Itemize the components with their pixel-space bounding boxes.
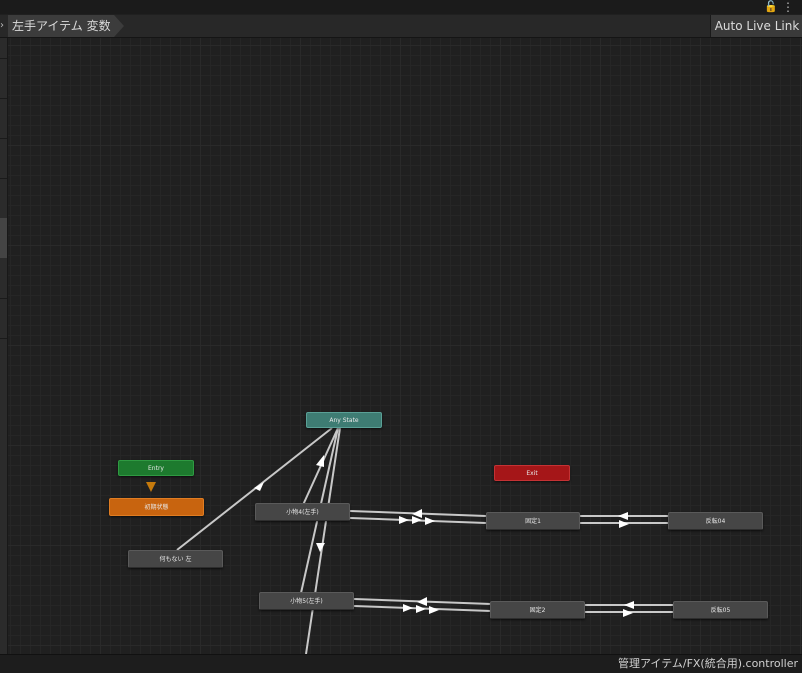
arrow-head-icon (623, 609, 633, 617)
arrow-head-icon (425, 517, 435, 525)
parameters-panel-edge[interactable] (0, 38, 8, 654)
controller-path: 管理アイテム/FX(統合用).controller (617, 657, 798, 670)
state-nothing-left[interactable]: 何もない 左 (128, 550, 223, 568)
divider (0, 98, 7, 99)
divider (0, 338, 7, 339)
divider (0, 58, 7, 59)
arrow-head-icon (254, 482, 264, 491)
transition-any-to-nothing[interactable] (176, 427, 333, 551)
arrow-head-icon (624, 601, 634, 609)
divider (0, 298, 7, 299)
breadcrumb-bar: › 左手アイテム 変数 Auto Live Link (0, 15, 802, 38)
breadcrumb-layer[interactable]: 左手アイテム 変数 (8, 15, 114, 37)
arrow-head-icon (618, 512, 628, 520)
arrow-head-icon (403, 604, 413, 612)
state-fixed2[interactable]: 固定2 (490, 601, 585, 619)
arrow-head-icon (316, 543, 325, 552)
state-board05[interactable]: 反転05 (673, 601, 768, 619)
state-exit[interactable]: Exit (494, 465, 570, 481)
divider (0, 138, 7, 139)
arrow-head-icon (316, 455, 324, 467)
animator-graph-canvas[interactable]: Any State Entry Exit 初期状態 小物4(左手) 固定1 反転… (8, 38, 802, 654)
state-entry[interactable]: Entry (118, 460, 194, 476)
default-transition-arrow-icon (146, 482, 156, 492)
arrow-head-icon (416, 605, 426, 613)
state-default[interactable]: 初期状態 (109, 498, 204, 516)
lock-icon[interactable]: 🔓 (764, 0, 778, 14)
chevron-right-icon[interactable]: › (0, 15, 8, 37)
panel-scroll-handle[interactable] (0, 218, 7, 258)
arrow-head-icon (399, 516, 409, 524)
state-fixed1[interactable]: 固定1 (486, 512, 580, 530)
breadcrumb-arrow-tip (114, 15, 124, 37)
auto-live-link-button[interactable]: Auto Live Link (710, 15, 802, 37)
divider (0, 178, 7, 179)
more-options-icon[interactable]: ⋮ (782, 0, 794, 14)
transition-any-to-prop4[interactable] (302, 427, 339, 506)
status-bar: 管理アイテム/FX(統合用).controller (0, 654, 802, 673)
arrow-head-icon (619, 520, 629, 528)
state-board04[interactable]: 反転04 (668, 512, 763, 530)
arrow-head-icon (429, 606, 439, 614)
state-any-state[interactable]: Any State (306, 412, 382, 428)
state-prop4-left[interactable]: 小物4(左手) (255, 503, 350, 521)
arrow-head-icon (417, 597, 427, 606)
state-prop5-left[interactable]: 小物5(左手) (259, 592, 354, 610)
window-top-bar: 🔓 ⋮ (0, 0, 802, 14)
